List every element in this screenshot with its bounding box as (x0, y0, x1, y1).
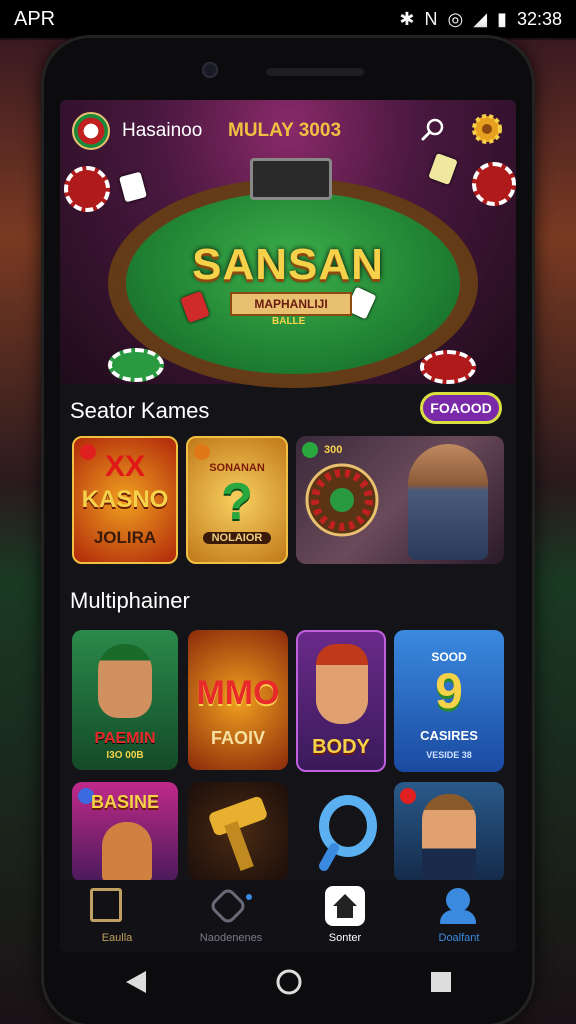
app-logo[interactable] (72, 112, 110, 150)
signal-icon: ◢ (473, 8, 488, 29)
game-tile[interactable]: SONANAN ? NOLAIOR (186, 436, 288, 564)
badge-icon (400, 788, 416, 804)
nav-item-eaulla[interactable]: Eaulla (60, 880, 174, 952)
game-tile[interactable]: BODY (296, 630, 386, 772)
hammer-handle (224, 821, 254, 871)
tile-title: PAEMIN (94, 730, 156, 747)
game-tile-roulette[interactable]: 300 (296, 436, 504, 564)
tile-caption: I3O 00B (106, 750, 144, 761)
profile-icon-body (440, 910, 476, 924)
tile-title: MMO (196, 674, 280, 712)
tile-title: 300 (324, 444, 343, 456)
tile-caption: FAOIV (210, 728, 265, 748)
character-portrait (102, 822, 152, 882)
chip-bottom-left (108, 348, 164, 382)
carrier-label: APR (14, 7, 56, 30)
home-circle-icon[interactable] (275, 968, 303, 996)
search-icon[interactable] (420, 116, 446, 142)
dealer-shoe (250, 158, 332, 200)
tile-glyph: ? (221, 473, 253, 531)
nav-label: Eaulla (101, 932, 133, 944)
chip-stack-left (64, 166, 110, 212)
bluetooth-icon: ✱ (399, 8, 415, 29)
promo-text[interactable]: MULAY 3003 (228, 120, 341, 142)
alarm-icon: ◎ (447, 8, 464, 29)
tile-caption: JOLIRA (93, 528, 157, 547)
game-tile[interactable] (188, 782, 288, 882)
brand-name: Hasainoo (122, 120, 203, 141)
game-tile[interactable] (296, 782, 396, 882)
nav-item-sonter[interactable]: Sonter (288, 880, 402, 952)
home-icon-body (337, 906, 353, 918)
app-header: Hasainoo MULAY 3003 (60, 100, 516, 160)
badge-icon (302, 442, 318, 458)
game-tile[interactable]: MMO FAOIV (188, 630, 288, 770)
profile-icon (446, 888, 470, 912)
back-icon[interactable] (124, 969, 148, 995)
tile-title: BODY (312, 736, 370, 758)
notification-dot (246, 894, 252, 900)
battery-icon: ▮ (497, 8, 507, 29)
character-portrait (316, 644, 368, 724)
tile-title: BASINE (90, 792, 159, 812)
game-tile[interactable]: PAEMIN I3O 00B (72, 630, 178, 770)
tile-caption: NOLAIOR (202, 532, 272, 544)
nav-label: Sonter (328, 932, 362, 944)
game-tile[interactable] (394, 782, 504, 882)
tile-subtitle: KASNO (81, 486, 169, 513)
speaker-grille (266, 68, 364, 76)
home-icon-roof (333, 894, 357, 906)
hero-subtitle: BALLE (272, 316, 306, 327)
game-tile[interactable]: XX KASNO JOLIRA (72, 436, 178, 564)
tag-icon (208, 886, 248, 926)
tile-title: XX (104, 450, 146, 483)
tile-subtitle: CASIRES (420, 728, 478, 743)
status-bar: APR ✱ N ◎ ◢ ▮ 32:38 (0, 0, 576, 38)
chip-bottom-right (420, 350, 476, 384)
character-portrait (422, 794, 476, 882)
hero-banner-label: MAPHANLIJI (230, 292, 352, 316)
nav-item-doalfant[interactable]: Doalfant (402, 880, 516, 952)
badge-icon (194, 444, 210, 460)
section-title-multiplayer: Multiphainer (70, 588, 190, 613)
tile-glyph: 9 (435, 663, 463, 719)
gear-icon[interactable] (470, 112, 504, 146)
dice-icon (119, 171, 147, 203)
recents-icon[interactable] (430, 971, 452, 993)
game-tile[interactable]: BASINE (72, 782, 178, 882)
nfc-icon: N (424, 8, 438, 29)
game-tile[interactable]: SOOD 9 CASIRES VESIDE 38 (394, 630, 504, 772)
hero-banner[interactable]: SANSAN MAPHANLIJI BALLE Hasainoo MULAY 3… (60, 100, 516, 388)
system-nav (60, 952, 516, 1012)
magnifier-icon (319, 795, 377, 871)
chip-stack-right (472, 162, 516, 206)
hero-title: SANSAN (192, 240, 384, 289)
nav-item-naodenenes[interactable]: Naodenenes (174, 880, 288, 952)
view-all-button[interactable]: FOAOOD (420, 392, 502, 424)
player-figure (408, 444, 488, 560)
bottom-nav: Eaulla Naodenenes Sonter Doalfant (60, 880, 516, 952)
nav-label: Doalfant (438, 932, 480, 944)
exit-icon (90, 888, 122, 922)
nav-label: Naodenenes (199, 932, 263, 944)
tile-caption: VESIDE 38 (426, 750, 472, 760)
character-portrait (98, 644, 152, 718)
clock: 32:38 (516, 8, 562, 29)
roulette-wheel-icon (305, 463, 379, 537)
camera-icon (202, 62, 218, 78)
app-screen: SANSAN MAPHANLIJI BALLE Hasainoo MULAY 3… (60, 100, 516, 952)
section-title-featured: Seator Kames (70, 398, 210, 423)
